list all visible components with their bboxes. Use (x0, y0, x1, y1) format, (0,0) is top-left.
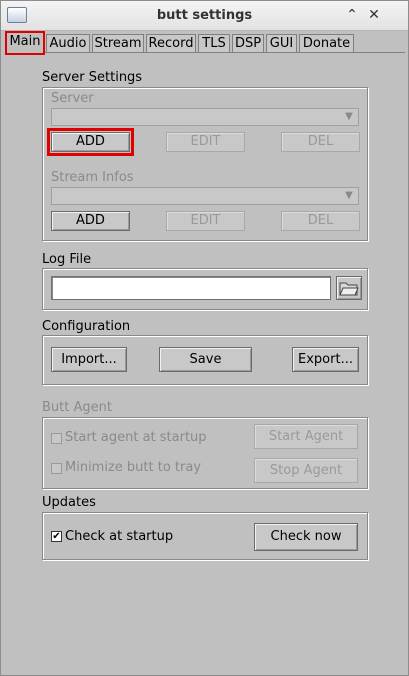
tab-donate[interactable]: Donate (299, 34, 354, 53)
tab-record[interactable]: Record (146, 34, 196, 53)
tab-dsp[interactable]: DSP (232, 34, 264, 53)
server-label: Server (51, 91, 94, 106)
stream-infos-edit-button[interactable]: EDIT (166, 211, 245, 231)
tab-audio[interactable]: Audio (46, 34, 90, 53)
stop-agent-button[interactable]: Stop Agent (254, 458, 358, 483)
server-del-button[interactable]: DEL (281, 132, 360, 152)
configuration-label: Configuration (42, 319, 131, 334)
export-button[interactable]: Export... (292, 347, 359, 372)
server-edit-button[interactable]: EDIT (166, 132, 245, 152)
save-button[interactable]: Save (159, 347, 252, 372)
tab-gui[interactable]: GUI (266, 34, 297, 53)
check-now-button[interactable]: Check now (254, 523, 358, 551)
log-file-label: Log File (42, 252, 92, 267)
configuration-group: Import... Save Export... (42, 335, 368, 385)
folder-icon[interactable] (336, 276, 362, 300)
start-agent-label: Start agent at startup (65, 430, 207, 445)
tab-stream[interactable]: Stream (92, 34, 144, 53)
tab-main[interactable]: Main (5, 31, 45, 55)
check-at-startup-label: Check at startup (65, 529, 174, 544)
server-add-button[interactable]: ADD (47, 128, 134, 156)
start-agent-checkbox[interactable] (51, 433, 62, 444)
butt-agent-group: Start agent at startup Minimize butt to … (42, 417, 368, 489)
chevron-down-icon: ▼ (345, 190, 353, 201)
check-at-startup-checkbox[interactable]: ✔ (51, 531, 62, 542)
server-select[interactable]: ▼ (51, 108, 359, 126)
updates-label: Updates (42, 495, 96, 510)
stream-infos-select[interactable]: ▼ (51, 187, 359, 205)
log-file-input[interactable] (51, 276, 331, 300)
close-icon[interactable]: ✕ (365, 6, 383, 24)
minimize-label: Minimize butt to tray (65, 460, 202, 475)
tab-strip: Main Audio Stream Record TLS DSP GUI Don… (5, 31, 405, 55)
chevron-down-icon: ▼ (345, 111, 353, 122)
updates-group: ✔ Check at startup Check now (42, 512, 368, 560)
log-file-group (42, 268, 368, 310)
stream-infos-label: Stream Infos (51, 170, 134, 185)
server-settings-label: Server Settings (42, 70, 143, 85)
stream-infos-add-button[interactable]: ADD (51, 211, 130, 231)
start-agent-button[interactable]: Start Agent (254, 424, 358, 449)
tab-tls[interactable]: TLS (198, 34, 230, 53)
settings-window: butt settings ⌃ ✕ Main Audio Stream Reco… (0, 0, 409, 676)
minimize-checkbox[interactable] (51, 463, 62, 474)
server-settings-group: Server ▼ ADD EDIT DEL Stream Infos ▼ ADD… (42, 87, 368, 241)
stream-infos-del-button[interactable]: DEL (281, 211, 360, 231)
import-button[interactable]: Import... (51, 347, 127, 372)
title-bar[interactable]: butt settings ⌃ ✕ (1, 1, 408, 31)
butt-agent-label: Butt Agent (42, 400, 112, 415)
tab-panel-border (5, 52, 405, 53)
chevron-up-icon[interactable]: ⌃ (343, 6, 361, 24)
